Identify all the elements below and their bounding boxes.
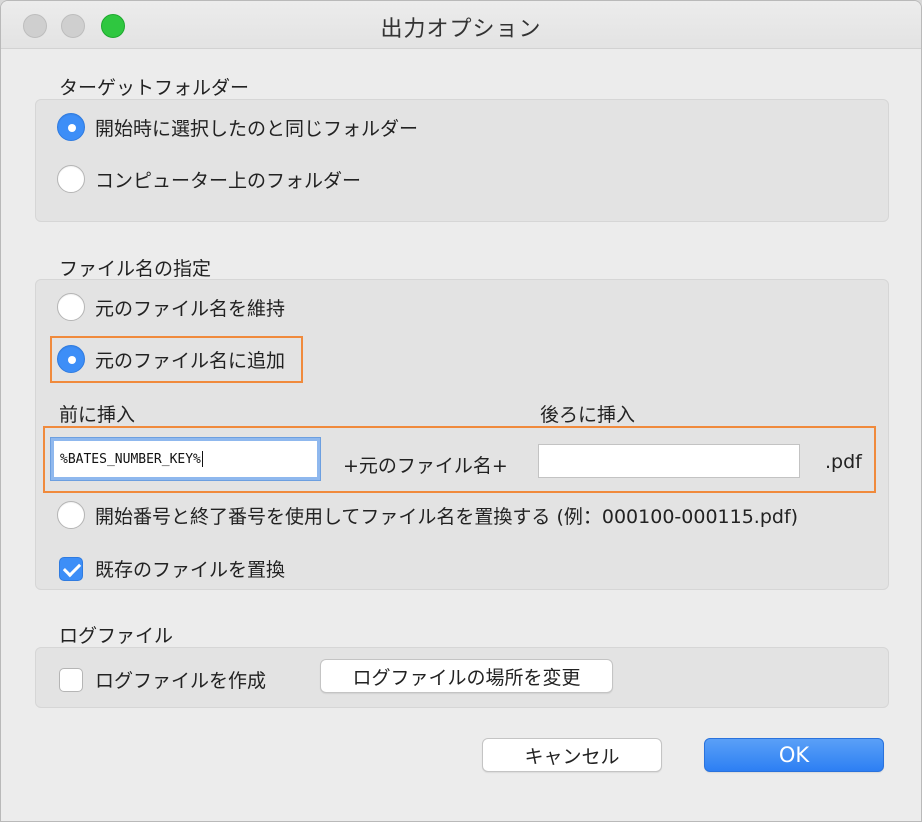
target-folder-label: ターゲットフォルダー <box>59 73 249 100</box>
radio-unselected-icon[interactable] <box>57 165 85 193</box>
radio-selected-icon[interactable] <box>57 113 85 141</box>
radio-unselected-icon[interactable] <box>57 293 85 321</box>
option-label: 元のファイル名を維持 <box>95 294 285 321</box>
option-label: 開始番号と終了番号を使用してファイル名を置換する (例：000100-00011… <box>95 502 798 529</box>
output-options-dialog: 出力オプション ターゲットフォルダー 開始時に選択したのと同じフォルダー コンピ… <box>0 0 922 822</box>
checkbox-unchecked-icon[interactable] <box>59 668 83 692</box>
option-label: 開始時に選択したのと同じフォルダー <box>95 114 418 141</box>
option-label: コンピューター上のフォルダー <box>95 166 361 193</box>
change-log-location-button[interactable]: ログファイルの場所を変更 <box>320 659 613 693</box>
prefix-label: 前に挿入 <box>59 400 135 427</box>
checkbox-label: ログファイルを作成 <box>95 666 266 693</box>
original-name-connector: +元のファイル名+ <box>343 451 508 478</box>
suffix-label: 後ろに挿入 <box>540 400 635 427</box>
checkbox-checked-icon[interactable] <box>59 557 83 581</box>
radio-unselected-icon[interactable] <box>57 501 85 529</box>
suffix-input[interactable] <box>538 444 800 478</box>
file-naming-label: ファイル名の指定 <box>59 254 211 281</box>
window-title: 出力オプション <box>1 11 921 43</box>
prefix-input[interactable]: %BATES_NUMBER_KEY% <box>51 438 320 480</box>
target-folder-same-option[interactable]: 開始時に選択したのと同じフォルダー <box>57 113 418 141</box>
keep-original-name-option[interactable]: 元のファイル名を維持 <box>57 293 285 321</box>
append-to-original-name-option[interactable]: 元のファイル名に追加 <box>57 345 285 373</box>
checkbox-label: 既存のファイルを置換 <box>95 555 285 582</box>
text-cursor <box>202 451 203 467</box>
radio-selected-icon[interactable] <box>57 345 85 373</box>
create-log-checkbox-row[interactable]: ログファイルを作成 <box>59 666 266 693</box>
overwrite-existing-checkbox-row[interactable]: 既存のファイルを置換 <box>59 555 285 582</box>
target-folder-computer-option[interactable]: コンピューター上のフォルダー <box>57 165 361 193</box>
extension-label: .pdf <box>825 451 862 473</box>
log-file-label: ログファイル <box>59 621 173 648</box>
ok-button[interactable]: OK <box>704 738 884 772</box>
prefix-input-value: %BATES_NUMBER_KEY% <box>60 452 201 467</box>
cancel-button[interactable]: キャンセル <box>482 738 662 772</box>
option-label: 元のファイル名に追加 <box>95 346 285 373</box>
title-bar: 出力オプション <box>1 1 921 49</box>
replace-with-number-option[interactable]: 開始番号と終了番号を使用してファイル名を置換する (例：000100-00011… <box>57 501 798 529</box>
